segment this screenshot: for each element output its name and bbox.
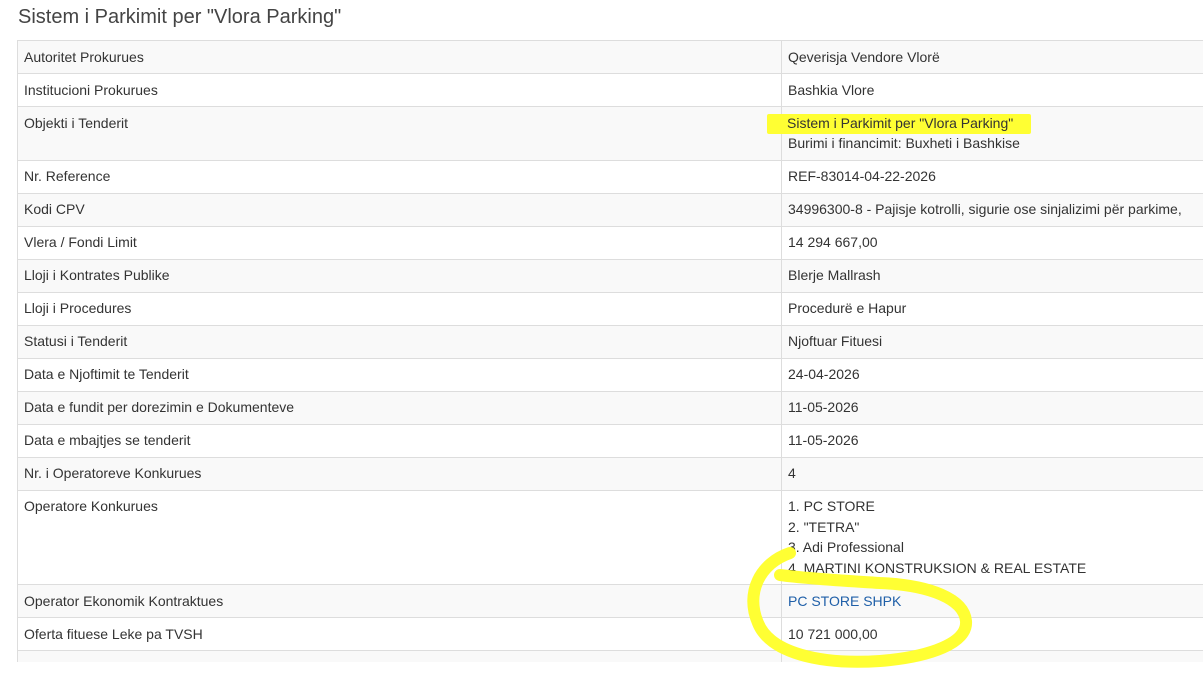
highlighted-object-title: Sistem i Parkimit per "Vlora Parking" bbox=[767, 113, 1032, 134]
row-vlera: Vlera / Fondi Limit 14 294 667,00 bbox=[17, 225, 1203, 260]
value-referenca: REF-83014-04-22-2026 bbox=[788, 168, 936, 184]
value-institucioni: Bashkia Vlore bbox=[788, 81, 875, 98]
row-shpallja: Data e shpalljes se fituesit 15-06-2026 bbox=[17, 650, 1203, 663]
row-referenca: Nr. Reference REF-83014-04-22-2026 bbox=[17, 159, 1203, 194]
label-referenca: Nr. Reference bbox=[24, 168, 111, 184]
row-kontrata: Lloji i Kontrates Publike Blerje Mallras… bbox=[17, 258, 1203, 293]
row-oferta: Oferta fituese Leke pa TVSH 10 721 000,0… bbox=[17, 617, 1203, 651]
label-kontraktues: Operator Ekonomik Kontraktues bbox=[24, 592, 224, 609]
row-nr-operatoreve: Nr. i Operatoreve Konkurues 4 bbox=[17, 456, 1203, 491]
label-cpv: Kodi CPV bbox=[24, 201, 85, 217]
label-vlera: Vlera / Fondi Limit bbox=[24, 234, 137, 250]
tender-details-page: Sistem i Parkimit per "Vlora Parking" Au… bbox=[0, 0, 1203, 674]
value-kontrata: Blerje Mallrash bbox=[788, 267, 881, 283]
label-operatoret: Operatore Konkurues bbox=[24, 498, 158, 514]
label-nr-operatoreve: Nr. i Operatoreve Konkurues bbox=[24, 465, 202, 481]
label-objekti: Objekti i Tenderit bbox=[24, 114, 129, 131]
label-statusi: Statusi i Tenderit bbox=[24, 333, 128, 349]
value-autoriteti: Qeverisja Vendore Vlorë bbox=[788, 48, 940, 65]
funding-source: Burimi i financimit: Buxheti i Bashkise bbox=[788, 135, 1020, 151]
label-kontrata: Lloji i Kontrates Publike bbox=[24, 267, 170, 283]
value-njoftimi: 24-04-2026 bbox=[788, 366, 860, 382]
row-njoftimi: Data e Njoftimit te Tenderit 24-04-2026 bbox=[17, 357, 1203, 392]
list-item: 3. Adi Professional bbox=[788, 539, 904, 555]
list-item: 1. PC STORE bbox=[788, 498, 875, 514]
row-objekti: Objekti i Tenderit Sistem i Parkimit per… bbox=[17, 106, 1203, 161]
value-shpallja: 15-06-2026 bbox=[788, 651, 1203, 663]
row-operatoret: Operatore Konkurues 1. PC STORE 2. "TETR… bbox=[17, 489, 1203, 585]
row-dorezimi: Data e fundit per dorezimin e Dokumentev… bbox=[17, 390, 1203, 425]
label-oferta: Oferta fituese Leke pa TVSH bbox=[24, 625, 203, 642]
row-mbajtja: Data e mbajtjes se tenderit 11-05-2026 bbox=[17, 423, 1203, 458]
row-statusi: Statusi i Tenderit Njoftuar Fituesi bbox=[17, 324, 1203, 359]
label-mbajtja: Data e mbajtjes se tenderit bbox=[24, 432, 191, 448]
list-item: 4. MARTINI KONSTRUKSION & REAL ESTATE bbox=[788, 559, 1087, 576]
row-autoriteti: Autoritet Prokurues Qeverisja Vendore Vl… bbox=[17, 40, 1203, 74]
page-title: Sistem i Parkimit per "Vlora Parking" bbox=[18, 6, 342, 28]
value-statusi: Njoftuar Fituesi bbox=[788, 333, 883, 349]
value-procedura: Procedurë e Hapur bbox=[788, 300, 907, 316]
label-autoriteti: Autoritet Prokurues bbox=[24, 48, 144, 65]
value-dorezimi: 11-05-2026 bbox=[788, 399, 859, 415]
list-item: 2. "TETRA" bbox=[788, 518, 860, 535]
operators-list: 1. PC STORE 2. "TETRA" 3. Adi Profession… bbox=[788, 491, 1203, 585]
value-cpv: 34996300-8 - Pajisje kotrolli, sigurie o… bbox=[788, 201, 1182, 217]
row-institucioni: Institucioni Prokurues Bashkia Vlore bbox=[17, 73, 1203, 107]
details-table-container: Autoritet Prokurues Qeverisja Vendore Vl… bbox=[17, 40, 1203, 662]
label-procedura: Lloji i Procedures bbox=[24, 300, 132, 316]
contractor-link[interactable]: PC STORE SHPK bbox=[788, 593, 901, 609]
value-oferta: 10 721 000,00 bbox=[788, 625, 878, 642]
label-njoftimi: Data e Njoftimit te Tenderit bbox=[24, 366, 189, 382]
label-institucioni: Institucioni Prokurues bbox=[24, 81, 158, 98]
row-kontraktues: Operator Ekonomik Kontraktues PC STORE S… bbox=[17, 584, 1203, 618]
row-cpv: Kodi CPV 34996300-8 - Pajisje kotrolli, … bbox=[17, 192, 1203, 227]
label-shpallja: Data e shpalljes se fituesit bbox=[24, 651, 775, 663]
value-objekti: Sistem i Parkimit per "Vlora Parking" Bu… bbox=[767, 107, 1203, 160]
value-vlera: 14 294 667,00 bbox=[788, 234, 878, 250]
value-mbajtja: 11-05-2026 bbox=[788, 432, 859, 448]
tender-details-table: Autoritet Prokurues Qeverisja Vendore Vl… bbox=[17, 40, 1203, 662]
label-dorezimi: Data e fundit per dorezimin e Dokumentev… bbox=[24, 399, 295, 415]
value-nr-operatoreve: 4 bbox=[788, 465, 796, 481]
row-procedura: Lloji i Procedures Procedurë e Hapur bbox=[17, 291, 1203, 326]
